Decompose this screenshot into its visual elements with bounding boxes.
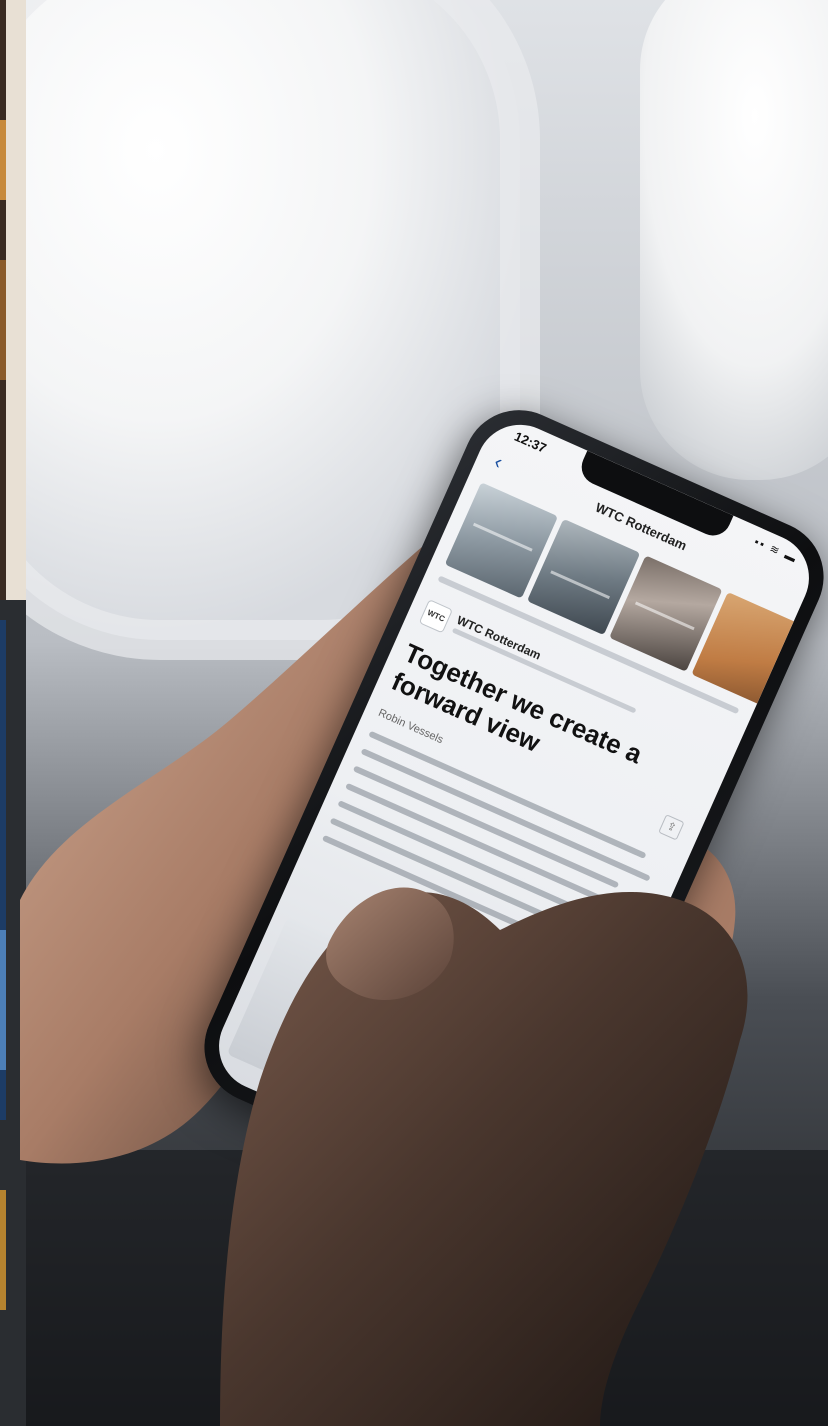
photo-scene: 12:37 ▪▪ ≋ ▬ ‹ WTC Rotterdam WTC WTC Rot…: [0, 0, 828, 1426]
right-hand: [220, 887, 748, 1426]
